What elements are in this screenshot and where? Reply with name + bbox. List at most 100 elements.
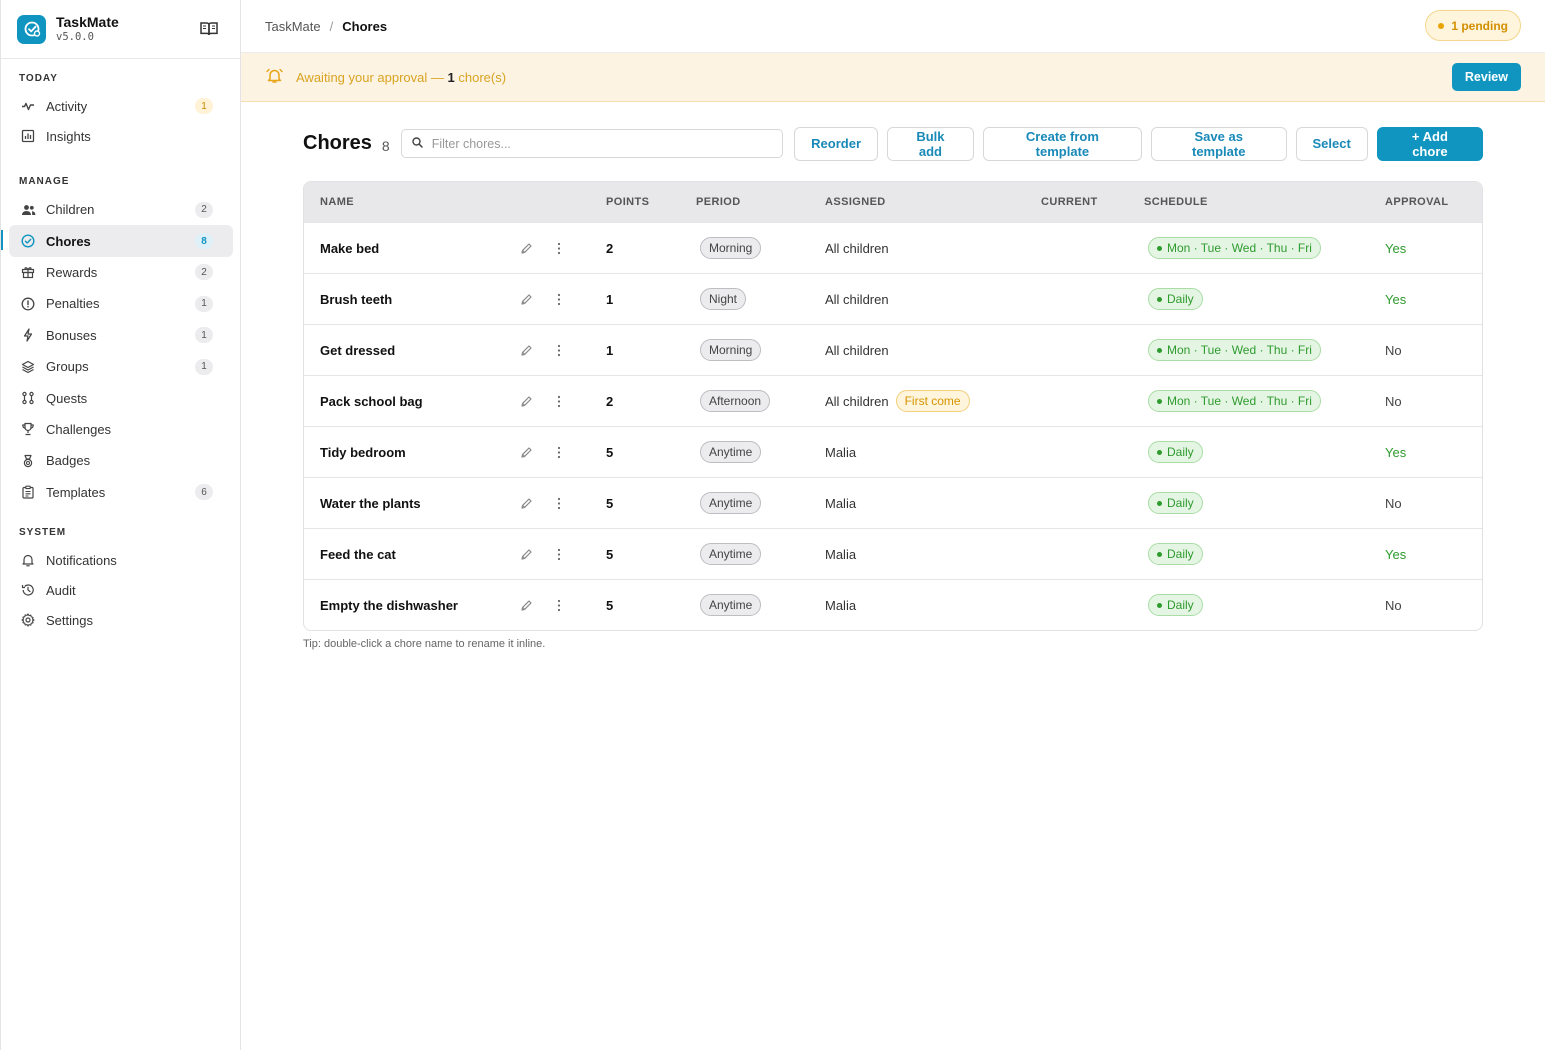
sidebar-section-title: TODAY — [19, 73, 58, 84]
sidebar-item-templates[interactable]: Templates 6 — [9, 477, 233, 508]
schedule-cell: Daily — [1148, 274, 1203, 324]
sidebar-item-label: Activity — [46, 98, 88, 114]
header-assigned[interactable]: ASSIGNED — [825, 196, 886, 208]
table-row[interactable]: Make bed 2 Morning All children Mon · Tue · … — [304, 222, 1482, 273]
edit-pencil-icon[interactable] — [520, 529, 536, 579]
schedule-dot-icon — [1157, 245, 1162, 251]
sidebar-item-notifications[interactable]: Notifications — [9, 545, 233, 575]
sidebar-item-audit[interactable]: Audit — [9, 575, 233, 605]
more-options-icon[interactable] — [554, 274, 564, 324]
chore-name[interactable]: Empty the dishwasher — [320, 580, 458, 630]
sidebar-item-chores[interactable]: Chores 8 — [1, 225, 233, 257]
schedule-dot-icon — [1157, 347, 1162, 353]
sidebar-item-penalties[interactable]: Penalties 1 — [9, 288, 233, 319]
chore-points: 2 — [606, 240, 614, 256]
more-options-icon[interactable] — [554, 325, 564, 375]
sidebar-item-badges[interactable]: Badges — [9, 445, 233, 476]
chore-points: 5 — [606, 444, 614, 460]
header-current[interactable]: CURRENT — [1041, 196, 1098, 208]
chore-points: 2 — [606, 393, 614, 409]
edit-pencil-icon[interactable] — [520, 325, 536, 375]
schedule-badge: Mon · Tue · Wed · Thu · Fri — [1148, 339, 1321, 361]
sidebar-item-label: Templates — [46, 484, 106, 500]
more-options-icon[interactable] — [554, 427, 564, 477]
chore-name[interactable]: Water the plants — [320, 478, 421, 528]
header-period[interactable]: PERIOD — [696, 196, 741, 208]
pending-badge[interactable]: 1 pending — [1425, 10, 1521, 41]
search-icon — [412, 136, 423, 151]
approval-status: Yes — [1385, 291, 1407, 307]
period-badge: Anytime — [700, 492, 762, 514]
chore-name[interactable]: Tidy bedroom — [320, 427, 406, 477]
sidebar-section-title: MANAGE — [19, 176, 70, 187]
schedule-dot-icon — [1157, 296, 1162, 302]
more-options-icon[interactable] — [554, 376, 564, 426]
history-icon — [20, 582, 36, 598]
tip-text: Tip: double-click a chore name to rename… — [303, 638, 546, 650]
header-name[interactable]: NAME — [320, 196, 354, 208]
select-button[interactable]: Select — [1295, 126, 1368, 161]
sidebar-item-settings[interactable]: Settings — [9, 605, 233, 635]
chore-name[interactable]: Get dressed — [320, 325, 395, 375]
sidebar-item-children[interactable]: Children 2 — [9, 194, 233, 225]
sidebar-item-count: 2 — [195, 201, 213, 218]
table-row[interactable]: Empty the dishwasher 5 Anytime Malia Daily No — [304, 579, 1482, 630]
first-come-badge: First come — [895, 390, 970, 412]
filter-chores-input[interactable] — [431, 136, 772, 151]
table-row[interactable]: Water the plants 5 Anytime Malia Daily No — [304, 477, 1482, 528]
more-options-icon[interactable] — [554, 223, 564, 273]
schedule-badge: Mon · Tue · Wed · Thu · Fri — [1148, 390, 1321, 412]
sidebar-section-2: SYSTEM Notifications Audit Settings — [1, 527, 241, 635]
edit-pencil-icon[interactable] — [520, 274, 536, 324]
sidebar-item-count: 8 — [195, 233, 213, 250]
sidebar-item-activity[interactable]: Activity 1 — [9, 91, 233, 121]
assigned-to: All children — [825, 342, 889, 358]
header-points[interactable]: POINTS — [606, 196, 649, 208]
filter-box[interactable] — [400, 129, 784, 158]
sidebar-item-rewards[interactable]: Rewards 2 — [9, 257, 233, 288]
chore-name[interactable]: Feed the cat — [320, 529, 396, 579]
sidebar-item-quests[interactable]: Quests — [9, 382, 233, 413]
sidebar-item-label: Notifications — [46, 552, 117, 568]
schedule-cell: Mon · Tue · Wed · Thu · Fri — [1148, 376, 1321, 426]
sidebar-item-count: 1 — [195, 327, 213, 344]
sidebar-item-bonuses[interactable]: Bonuses 1 — [9, 320, 233, 351]
chore-name[interactable]: Brush teeth — [320, 274, 392, 324]
edit-pencil-icon[interactable] — [520, 223, 536, 273]
create-from-template-button[interactable]: Create from template — [982, 126, 1142, 161]
edit-pencil-icon[interactable] — [520, 427, 536, 477]
table-row[interactable]: Pack school bag 2 Afternoon All children Fir… — [304, 375, 1482, 426]
sidebar-item-insights[interactable]: Insights — [9, 121, 233, 151]
table-row[interactable]: Brush teeth 1 Night All children Daily Yes — [304, 273, 1482, 324]
header-schedule[interactable]: SCHEDULE — [1144, 196, 1208, 208]
chore-name[interactable]: Pack school bag — [320, 376, 423, 426]
table-row[interactable]: Feed the cat 5 Anytime Malia Daily Yes — [304, 528, 1482, 579]
period-cell: Morning — [700, 325, 762, 375]
table-row[interactable]: Tidy bedroom 5 Anytime Malia Daily Yes — [304, 426, 1482, 477]
table-body: Make bed 2 Morning All children Mon · Tue · … — [304, 222, 1482, 630]
schedule-badge: Daily — [1148, 543, 1203, 565]
edit-pencil-icon[interactable] — [520, 478, 536, 528]
sidebar-item-challenges[interactable]: Challenges — [9, 414, 233, 445]
header-approval[interactable]: APPROVAL — [1385, 196, 1449, 208]
save-as-template-button[interactable]: Save as template — [1150, 126, 1287, 161]
sidebar-item-groups[interactable]: Groups 1 — [9, 351, 233, 382]
more-options-icon[interactable] — [554, 529, 564, 579]
bulk-add-button[interactable]: Bulk add — [887, 126, 974, 161]
approval-banner: Awaiting your approval — 1 chore(s) Revi… — [241, 53, 1545, 102]
more-options-icon[interactable] — [554, 580, 564, 630]
add-chore-button[interactable]: + Add chore — [1376, 126, 1483, 161]
edit-pencil-icon[interactable] — [520, 376, 536, 426]
reorder-button[interactable]: Reorder — [794, 126, 879, 161]
docs-book-icon[interactable] — [200, 21, 220, 39]
sidebar-item-count: 1 — [195, 295, 213, 312]
alert-circle-icon — [20, 296, 36, 312]
more-options-icon[interactable] — [554, 478, 564, 528]
chore-name[interactable]: Make bed — [320, 223, 379, 273]
table-row[interactable]: Get dressed 1 Morning All children Mon · Tue… — [304, 324, 1482, 375]
breadcrumb-home[interactable]: TaskMate — [265, 19, 321, 34]
review-button[interactable]: Review — [1451, 63, 1521, 91]
pending-dot-icon — [1438, 22, 1445, 29]
sidebar-item-label: Settings — [46, 612, 93, 628]
edit-pencil-icon[interactable] — [520, 580, 536, 630]
